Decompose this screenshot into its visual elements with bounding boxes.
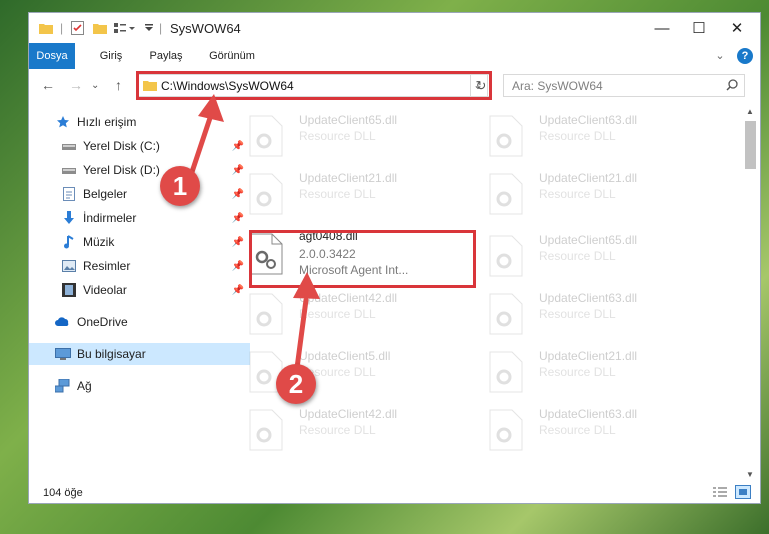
step-marker-1: 1 [160,166,200,206]
annotation-arrows [187,94,320,371]
step-marker-2: 2 [276,364,316,404]
